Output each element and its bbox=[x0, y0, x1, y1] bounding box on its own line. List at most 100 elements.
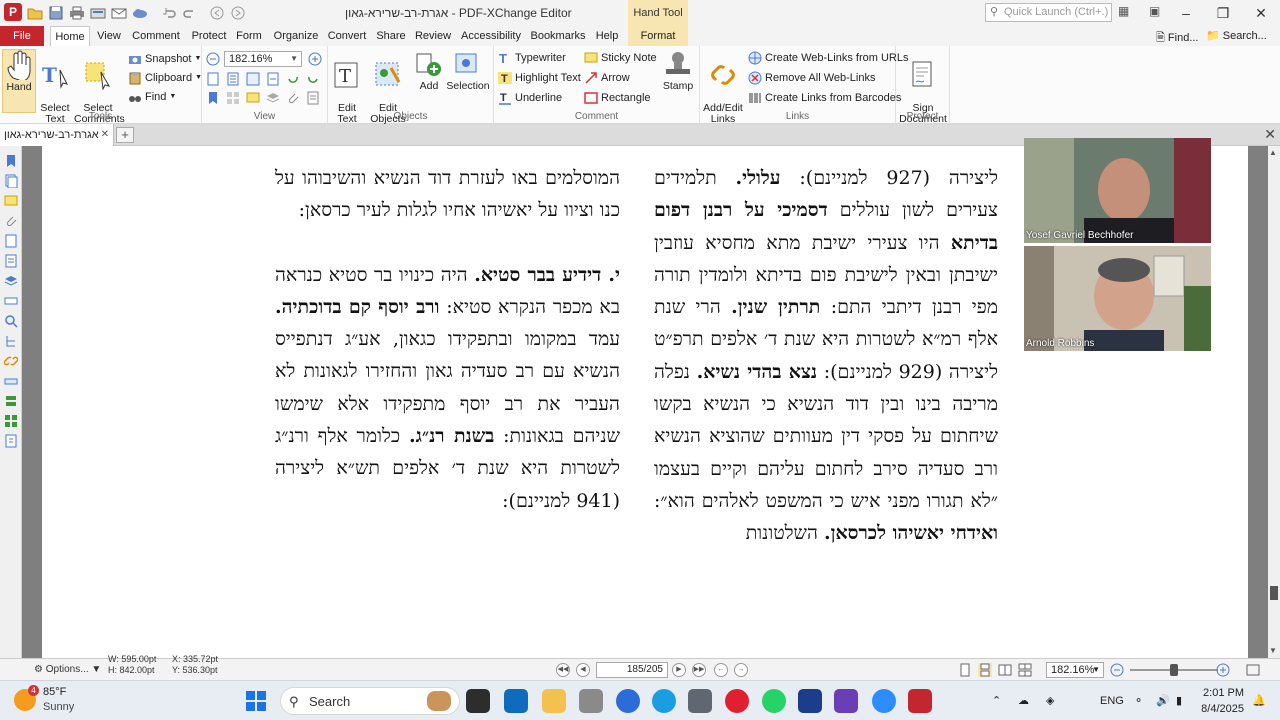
weather-condition[interactable]: Sunny bbox=[43, 701, 74, 713]
search-button[interactable]: 📁 Search... bbox=[1206, 29, 1267, 42]
info-pane-icon[interactable] bbox=[4, 434, 18, 448]
typewriter-button[interactable]: T Typewriter bbox=[498, 49, 566, 67]
remove-web-links-button[interactable]: Remove All Web-Links bbox=[748, 69, 875, 87]
attachments-icon[interactable] bbox=[286, 91, 300, 105]
single-page-icon[interactable] bbox=[958, 663, 972, 677]
highlight-text-button[interactable]: T Highlight Text bbox=[498, 69, 581, 87]
comments-pane-icon[interactable] bbox=[246, 91, 260, 105]
tab-convert[interactable]: Convert bbox=[325, 26, 369, 46]
tab-help[interactable]: Help bbox=[592, 26, 622, 46]
find-tool-button[interactable]: Find ▼ bbox=[128, 88, 176, 106]
close-tab-icon[interactable]: ✕ bbox=[101, 124, 109, 146]
tab-bookmarks[interactable]: Bookmarks bbox=[529, 26, 587, 46]
wifi-icon[interactable]: ⚬ bbox=[1134, 681, 1143, 720]
new-tab-button[interactable]: + bbox=[116, 127, 134, 143]
status-zoom-select[interactable]: 182.16% ▼ bbox=[1046, 662, 1104, 678]
clipboard-button[interactable]: Clipboard ▼ bbox=[128, 69, 202, 87]
document-view[interactable]: ליצירה (927 למניינם): עלולי. תלמידים צעי… bbox=[22, 138, 1268, 658]
attachments-pane-icon[interactable] bbox=[4, 214, 18, 228]
links-from-barcodes-button[interactable]: Create Links from Barcodes bbox=[748, 89, 901, 107]
whatsapp-icon[interactable] bbox=[762, 689, 786, 713]
app-icon[interactable] bbox=[579, 689, 603, 713]
snapshot-button[interactable]: Snapshot ▼ bbox=[128, 50, 201, 68]
maximize-button[interactable]: ❐ bbox=[1205, 0, 1241, 26]
links-pane-icon[interactable] bbox=[3, 354, 19, 368]
facing-continuous-icon[interactable] bbox=[1018, 663, 1032, 677]
scroll-down-icon[interactable]: ▼ bbox=[1269, 646, 1277, 655]
arrow-button[interactable]: Arrow bbox=[584, 69, 630, 87]
edge-icon[interactable] bbox=[652, 689, 676, 713]
open-folder-icon[interactable] bbox=[26, 4, 44, 21]
minimize-button[interactable]: – bbox=[1168, 0, 1204, 26]
print-icon[interactable] bbox=[68, 4, 86, 21]
zoom-select[interactable]: 182.16% ▼ bbox=[224, 51, 302, 67]
first-page-icon[interactable]: ◀◀ bbox=[556, 663, 570, 677]
status-zoom-in-icon[interactable] bbox=[1216, 663, 1230, 677]
structure-pane-icon[interactable] bbox=[4, 334, 18, 348]
continuous-page-icon[interactable] bbox=[978, 663, 992, 677]
bookmark-icon[interactable] bbox=[206, 91, 220, 105]
properties-icon[interactable] bbox=[306, 91, 320, 105]
pages-pane-icon[interactable] bbox=[4, 174, 18, 189]
forward-icon[interactable] bbox=[229, 4, 247, 21]
letter-l-app-icon[interactable] bbox=[798, 689, 822, 713]
file-explorer-icon[interactable] bbox=[542, 689, 566, 713]
thumbnails-icon[interactable] bbox=[226, 91, 240, 105]
tab-form[interactable]: Form bbox=[234, 26, 264, 46]
volume-icon[interactable]: 🔊 bbox=[1156, 681, 1170, 720]
fit-page-icon[interactable] bbox=[226, 72, 240, 86]
opera-icon[interactable] bbox=[725, 689, 749, 713]
actual-size-icon[interactable] bbox=[206, 72, 220, 86]
tab-accessibility[interactable]: Accessibility bbox=[459, 26, 523, 46]
back-icon[interactable] bbox=[208, 4, 226, 21]
close-button[interactable]: ✕ bbox=[1243, 0, 1279, 26]
fields-pane-icon[interactable] bbox=[4, 294, 18, 308]
layout-icon[interactable]: ▦ bbox=[1118, 4, 1129, 18]
fullscreen-icon[interactable]: ▣ bbox=[1149, 4, 1160, 18]
cloud-icon[interactable] bbox=[131, 4, 149, 21]
notifications-icon[interactable]: 🔔 bbox=[1252, 681, 1266, 720]
tab-file[interactable]: File bbox=[0, 26, 44, 46]
previous-view-icon[interactable]: ← bbox=[714, 663, 728, 677]
next-page-icon[interactable]: ▶ bbox=[672, 663, 686, 677]
battery-icon[interactable]: ▮ bbox=[1176, 681, 1182, 720]
layers-icon[interactable] bbox=[266, 91, 280, 105]
rotate-right-icon[interactable] bbox=[306, 72, 320, 86]
taskbar-search[interactable]: ⚲ Search bbox=[280, 687, 460, 715]
layers-pane-icon[interactable] bbox=[4, 394, 18, 408]
vertical-scrollbar[interactable]: ▲ ▼ bbox=[1268, 146, 1280, 658]
status-zoom-out-icon[interactable] bbox=[1110, 663, 1124, 677]
tab-review[interactable]: Review bbox=[413, 26, 453, 46]
bookmarks-pane-icon[interactable] bbox=[4, 154, 18, 168]
input-language[interactable]: ENG bbox=[1100, 681, 1124, 720]
tab-protect[interactable]: Protect bbox=[188, 26, 230, 46]
sticky-note-button[interactable]: Sticky Note bbox=[584, 49, 657, 67]
hand-tool-button[interactable]: Hand bbox=[2, 49, 36, 113]
fullscreen-view-icon[interactable] bbox=[1246, 663, 1260, 677]
add-button[interactable]: Add bbox=[414, 49, 444, 92]
tab-home[interactable]: Home bbox=[50, 26, 90, 46]
video-tile-participant-1[interactable]: Yosef Gavriel Bechhofer bbox=[1024, 138, 1211, 243]
zoom-icon[interactable] bbox=[872, 689, 896, 713]
scroll-up-icon[interactable]: ▲ bbox=[1269, 148, 1277, 157]
tags-pane-icon[interactable] bbox=[4, 274, 18, 288]
start-button[interactable] bbox=[246, 691, 266, 711]
tray-app-icon[interactable]: ◈ bbox=[1046, 681, 1054, 720]
tab-view[interactable]: View bbox=[94, 26, 124, 46]
page-number-input[interactable]: 185/205 bbox=[596, 662, 668, 678]
snipping-tool-icon[interactable] bbox=[834, 689, 858, 713]
measure-pane-icon[interactable] bbox=[4, 374, 18, 388]
onedrive-icon[interactable]: ☁ bbox=[1018, 681, 1029, 720]
zoom-slider[interactable] bbox=[1130, 664, 1218, 676]
email-icon[interactable] bbox=[110, 4, 128, 21]
quick-launch-input[interactable]: ⚲ Quick Launch (Ctrl+.) bbox=[985, 3, 1112, 22]
rectangle-button[interactable]: Rectangle bbox=[584, 89, 651, 107]
close-document-icon[interactable]: ✕ bbox=[1264, 126, 1276, 143]
last-page-icon[interactable]: ▶▶ bbox=[692, 663, 706, 677]
next-view-icon[interactable]: → bbox=[734, 663, 748, 677]
task-view-icon[interactable] bbox=[466, 689, 490, 713]
search-pane-icon[interactable] bbox=[4, 314, 18, 328]
selection-button[interactable]: Selection bbox=[446, 49, 490, 92]
articles-pane-icon[interactable] bbox=[4, 414, 18, 428]
tab-share[interactable]: Share bbox=[374, 26, 408, 46]
